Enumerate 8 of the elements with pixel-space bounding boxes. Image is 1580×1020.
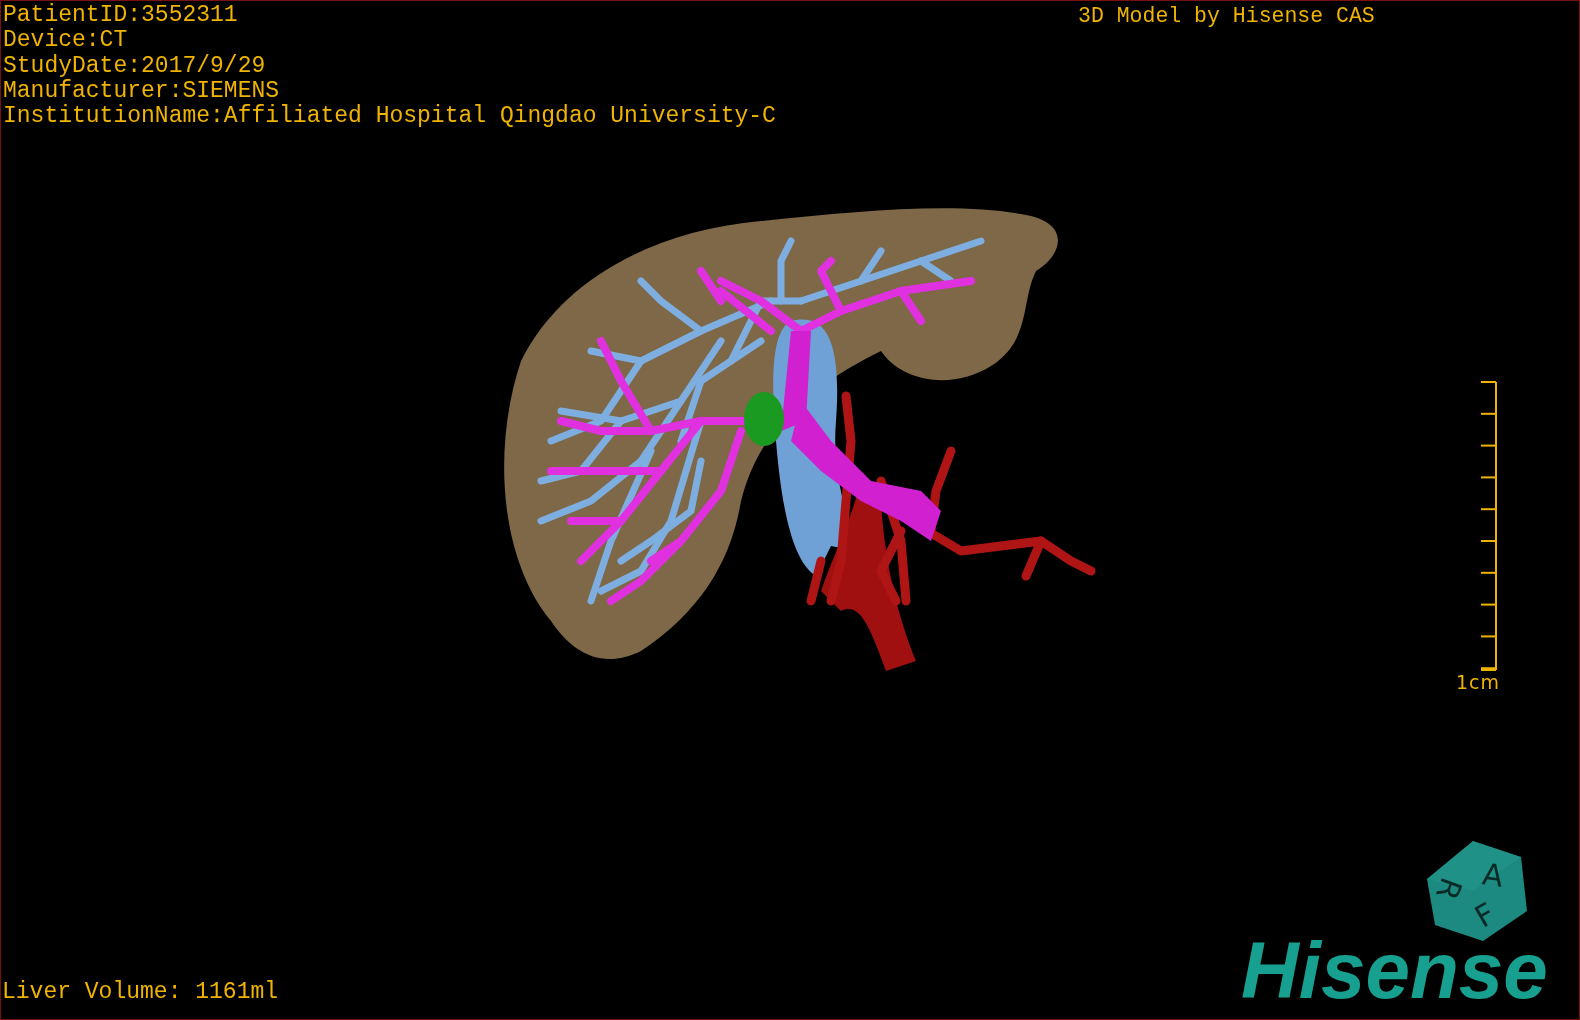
dicom-info-text: Manufacturer:SIEMENS: [3, 78, 281, 104]
dicom-info-text: Device:CT: [3, 28, 129, 54]
viewer-title: 3D Model by Hisense CAS: [1078, 4, 1375, 29]
scale-label: 1cm: [1456, 672, 1501, 692]
dicom-info-text: StudyDate:2017/9/29: [3, 53, 267, 79]
dicom-info-text: PatientID:3552311: [3, 3, 239, 28]
liver-volume-text: Liver Volume: 1161ml: [2, 979, 279, 1005]
dicom-info-text: InstitutionName:Affiliated Hospital Qingdao University-C: [3, 104, 776, 130]
